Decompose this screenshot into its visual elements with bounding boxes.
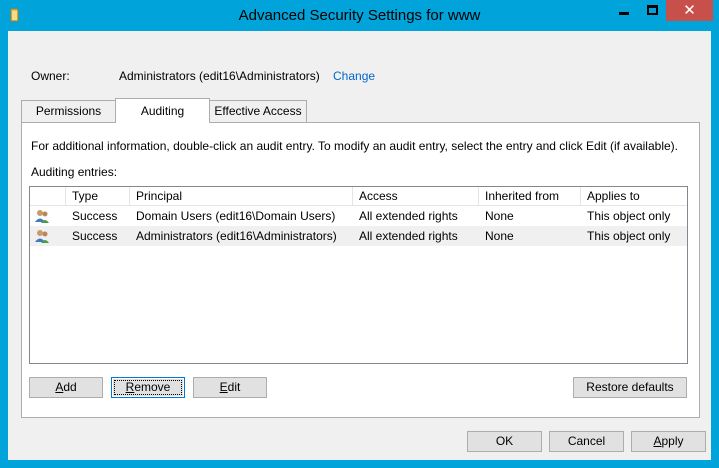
edit-button-accel: E [219,380,228,394]
restore-defaults-button[interactable]: Restore defaults [573,377,687,398]
close-button[interactable]: ✕ [666,0,713,21]
user-group-icon [35,230,49,243]
cell-type: Success [72,229,118,243]
auditing-entries-label: Auditing entries: [31,165,118,179]
cell-inherited-from: None [485,209,514,223]
column-header-icon[interactable] [30,187,66,206]
title-bar[interactable]: Advanced Security Settings for www ✕ [0,0,719,31]
window-frame: Advanced Security Settings for www ✕ Own… [0,0,719,468]
column-header-principal[interactable]: Principal [130,187,353,206]
dialog-client-area: Owner: Administrators (edit16\Administra… [8,31,711,460]
owner-value: Administrators (edit16\Administrators) [119,69,320,83]
apply-button-label: pply [661,434,684,448]
add-button-label: dd [63,380,77,394]
apply-button-accel: A [653,434,662,448]
auditing-info-text: For additional information, double-click… [31,139,678,153]
cell-type: Success [72,209,118,223]
owner-label: Owner: [31,69,70,83]
close-icon: ✕ [683,2,696,19]
remove-button-accel: R [125,380,135,394]
cell-inherited-from: None [485,229,514,243]
minimize-button[interactable] [610,0,638,21]
column-header-access[interactable]: Access [353,187,479,206]
cancel-button[interactable]: Cancel [549,431,624,452]
cell-access: All extended rights [359,209,458,223]
change-owner-link[interactable]: Change [333,69,375,83]
minimize-icon [619,12,629,15]
remove-button-label: emove [134,380,171,394]
user-group-icon [35,210,49,223]
add-button[interactable]: Add [29,377,103,398]
cell-applies-to: This object only [587,209,671,223]
edit-button-label: dit [227,380,241,394]
row-icon-cell [30,226,66,246]
tab-auditing[interactable]: Auditing [115,98,210,123]
ok-button[interactable]: OK [467,431,542,452]
cell-access: All extended rights [359,229,458,243]
edit-button[interactable]: Edit [193,377,267,398]
column-header-type[interactable]: Type [66,187,130,206]
apply-button[interactable]: Apply [631,431,706,452]
tab-permissions[interactable]: Permissions [21,100,116,122]
auditing-entries-list[interactable]: Type Principal Access Inherited from App… [29,186,688,364]
table-row[interactable]: Success Domain Users (edit16\Domain User… [30,206,687,226]
cell-principal: Domain Users (edit16\Domain Users) [136,209,336,223]
column-header-applies-to[interactable]: Applies to [581,187,687,206]
remove-button[interactable]: Remove [111,377,185,398]
cell-principal: Administrators (edit16\Administrators) [136,229,337,243]
maximize-button[interactable] [638,0,666,21]
row-icon-cell [30,206,66,226]
list-header: Type Principal Access Inherited from App… [30,187,687,206]
maximize-icon [647,5,658,15]
table-row[interactable]: Success Administrators (edit16\Administr… [30,226,687,246]
column-header-inherited-from[interactable]: Inherited from [479,187,581,206]
cell-applies-to: This object only [587,229,671,243]
tab-effective-access[interactable]: Effective Access [209,100,307,122]
